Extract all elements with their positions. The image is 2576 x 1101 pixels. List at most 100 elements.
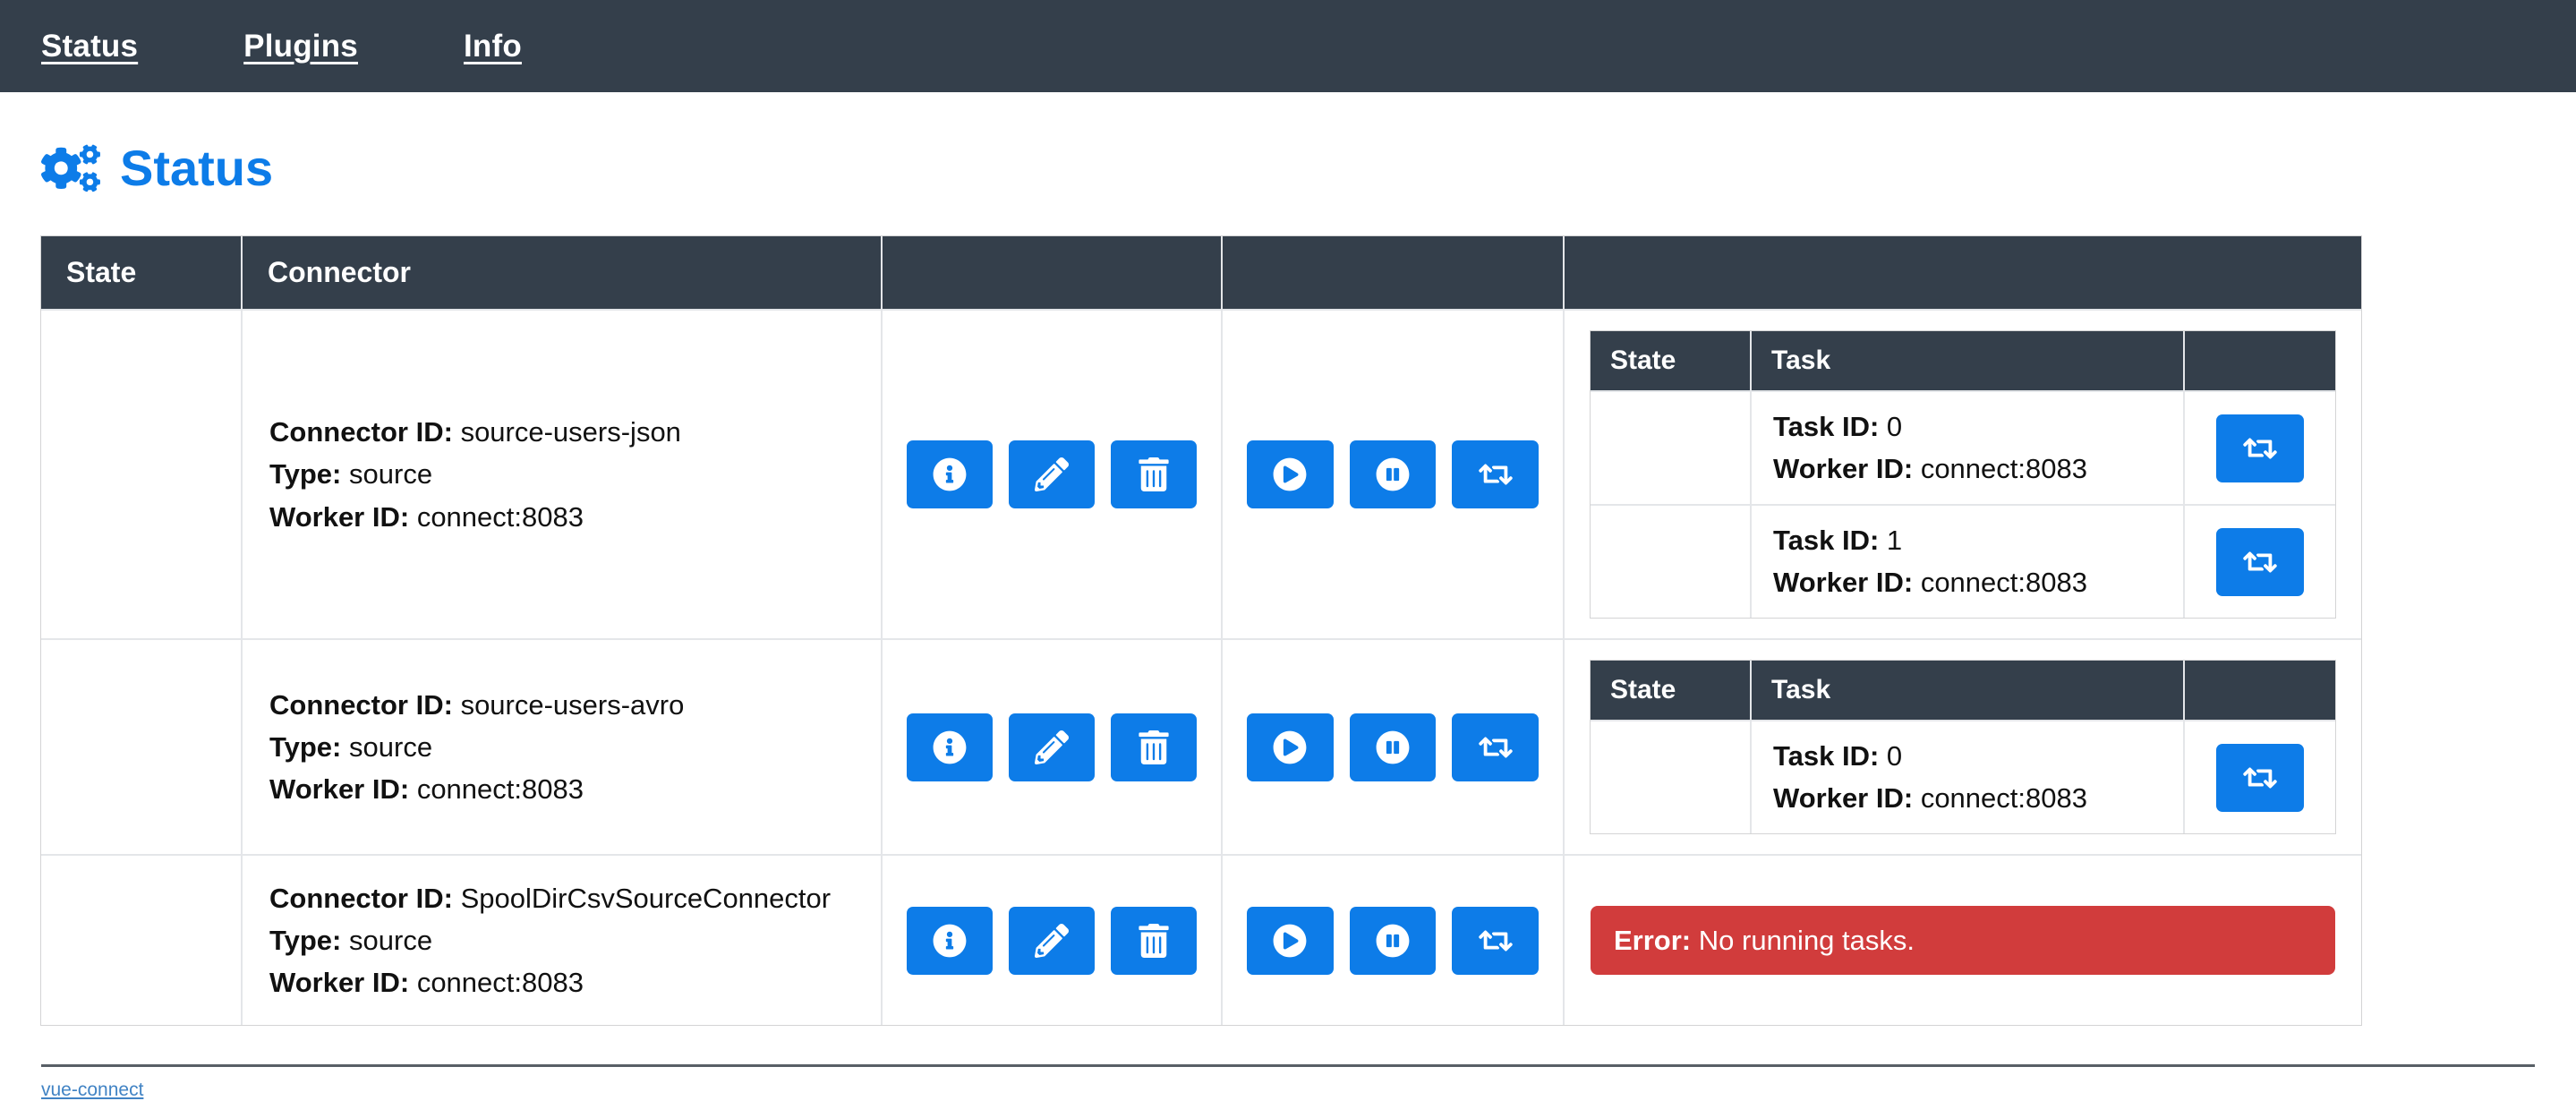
connector-id-value: source-users-json [461, 416, 681, 448]
nav-item-status[interactable]: Status [41, 29, 138, 64]
connector-controls-cell [1223, 309, 1565, 638]
connector-control-group [1224, 692, 1562, 803]
resume-button[interactable] [1247, 713, 1334, 781]
connector-tasks-cell: StateTaskFAILEDTask ID: 0Worker ID: conn… [1565, 309, 2361, 638]
task-row: RUNNINGTask ID: 0Worker ID: connect:8083 [1591, 720, 2335, 833]
connector-id-line: Connector ID: source-users-avro [269, 684, 854, 726]
task-state-badge: FAILED [1591, 504, 1752, 618]
restart-task-button[interactable] [2216, 744, 2304, 812]
error-banner: Error: No running tasks. [1591, 906, 2335, 975]
col-header-tasks [1565, 236, 2361, 309]
edit-button[interactable] [1009, 907, 1095, 975]
connector-worker-id-label: Worker ID: [269, 501, 409, 533]
connector-type-value: source [349, 731, 432, 763]
connector-worker-id-label: Worker ID: [269, 967, 409, 998]
nav-item-plugins[interactable]: Plugins [243, 29, 358, 64]
delete-button[interactable] [1111, 440, 1197, 508]
task-state-badge: RUNNING [1591, 720, 1752, 833]
connector-worker-id-label: Worker ID: [269, 773, 409, 805]
top-navbar: Status Plugins Info [0, 0, 2576, 92]
tasks-table: StateTaskFAILEDTask ID: 0Worker ID: conn… [1591, 331, 2335, 618]
edit-square-icon [1035, 924, 1069, 958]
restart-task-button[interactable] [2216, 528, 2304, 596]
connector-worker-id-value: connect:8083 [417, 773, 584, 805]
task-row: FAILEDTask ID: 1Worker ID: connect:8083 [1591, 504, 2335, 618]
pause-button[interactable] [1350, 713, 1437, 781]
connector-type-label: Type: [269, 731, 341, 763]
info-button[interactable] [907, 907, 993, 975]
resume-button[interactable] [1247, 440, 1334, 508]
connector-control-group [1224, 885, 1562, 996]
restart-icon [1479, 457, 1513, 491]
connector-type-line: Type: source [269, 453, 854, 495]
task-id-label: Task ID: [1773, 525, 1879, 556]
connector-action-group [883, 885, 1220, 996]
play-circle-icon [1273, 730, 1307, 764]
connectors-table: State Connector RUNNINGConnector ID: sou… [41, 236, 2361, 1025]
play-circle-icon [1273, 457, 1307, 491]
info-circle-icon [933, 924, 967, 958]
connector-id-label: Connector ID: [269, 883, 453, 914]
restart-button[interactable] [1452, 907, 1539, 975]
cogs-icon [41, 141, 120, 195]
task-worker-line: Worker ID: connect:8083 [1773, 448, 2162, 491]
connector-controls-cell [1223, 854, 1565, 1025]
info-button[interactable] [907, 713, 993, 781]
error-container: Error: No running tasks. [1565, 886, 2360, 994]
restart-icon [2243, 431, 2277, 465]
resume-button[interactable] [1247, 907, 1334, 975]
connector-actions-cell [883, 854, 1223, 1025]
task-worker-id-label: Worker ID: [1773, 782, 1913, 814]
footer-divider [41, 1064, 2535, 1067]
task-id-line: Task ID: 1 [1773, 520, 2162, 562]
connectors-header-row: State Connector [41, 236, 2361, 309]
delete-button[interactable] [1111, 713, 1197, 781]
connector-details: Connector ID: source-users-json Type: sou… [243, 309, 883, 638]
task-action-cell [2185, 720, 2335, 833]
restart-button[interactable] [1452, 713, 1539, 781]
restart-button[interactable] [1452, 440, 1539, 508]
edit-button[interactable] [1009, 440, 1095, 508]
connector-action-group [883, 419, 1220, 530]
task-id-value: 0 [1887, 740, 1902, 772]
info-circle-icon [933, 457, 967, 491]
play-circle-icon [1273, 924, 1307, 958]
footer-link-vue-connect[interactable]: vue-connect [41, 1080, 143, 1100]
delete-button[interactable] [1111, 907, 1197, 975]
task-worker-id-label: Worker ID: [1773, 453, 1913, 484]
edit-square-icon [1035, 730, 1069, 764]
restart-icon [2243, 545, 2277, 579]
connector-actions-cell [883, 638, 1223, 854]
page-title: Status [41, 141, 2535, 195]
col-header-controls [1223, 236, 1565, 309]
connector-id-label: Connector ID: [269, 416, 453, 448]
connectors-table-head: State Connector [41, 236, 2361, 309]
nav-item-info[interactable]: Info [464, 29, 522, 64]
connector-state-badge: RUNNING [41, 638, 243, 854]
task-col-header-state: State [1591, 661, 1752, 720]
connector-type-line: Type: source [269, 919, 854, 961]
connector-tasks-cell: Error: No running tasks. [1565, 854, 2361, 1025]
tasks-header-row: StateTask [1591, 331, 2335, 390]
pause-button[interactable] [1350, 440, 1437, 508]
connector-state-badge: PAUSED [41, 854, 243, 1025]
connector-type-value: source [349, 925, 432, 956]
trash-icon [1137, 457, 1171, 491]
col-header-connector: Connector [243, 236, 883, 309]
info-button[interactable] [907, 440, 993, 508]
trash-icon [1137, 730, 1171, 764]
task-worker-id-label: Worker ID: [1773, 567, 1913, 598]
task-details: Task ID: 1Worker ID: connect:8083 [1752, 504, 2185, 618]
task-state-badge: FAILED [1591, 390, 1752, 504]
connector-worker-line: Worker ID: connect:8083 [269, 768, 854, 810]
restart-task-button[interactable] [2216, 414, 2304, 482]
info-circle-icon [933, 730, 967, 764]
pause-button[interactable] [1350, 907, 1437, 975]
edit-button[interactable] [1009, 713, 1095, 781]
restart-icon [1479, 924, 1513, 958]
connector-id-label: Connector ID: [269, 689, 453, 721]
task-col-header-state: State [1591, 331, 1752, 390]
tasks-container: StateTaskFAILEDTask ID: 0Worker ID: conn… [1565, 312, 2360, 637]
connector-id-line: Connector ID: SpoolDirCsvSourceConnector [269, 877, 854, 919]
tasks-container: StateTaskRUNNINGTask ID: 0Worker ID: con… [1565, 641, 2360, 853]
